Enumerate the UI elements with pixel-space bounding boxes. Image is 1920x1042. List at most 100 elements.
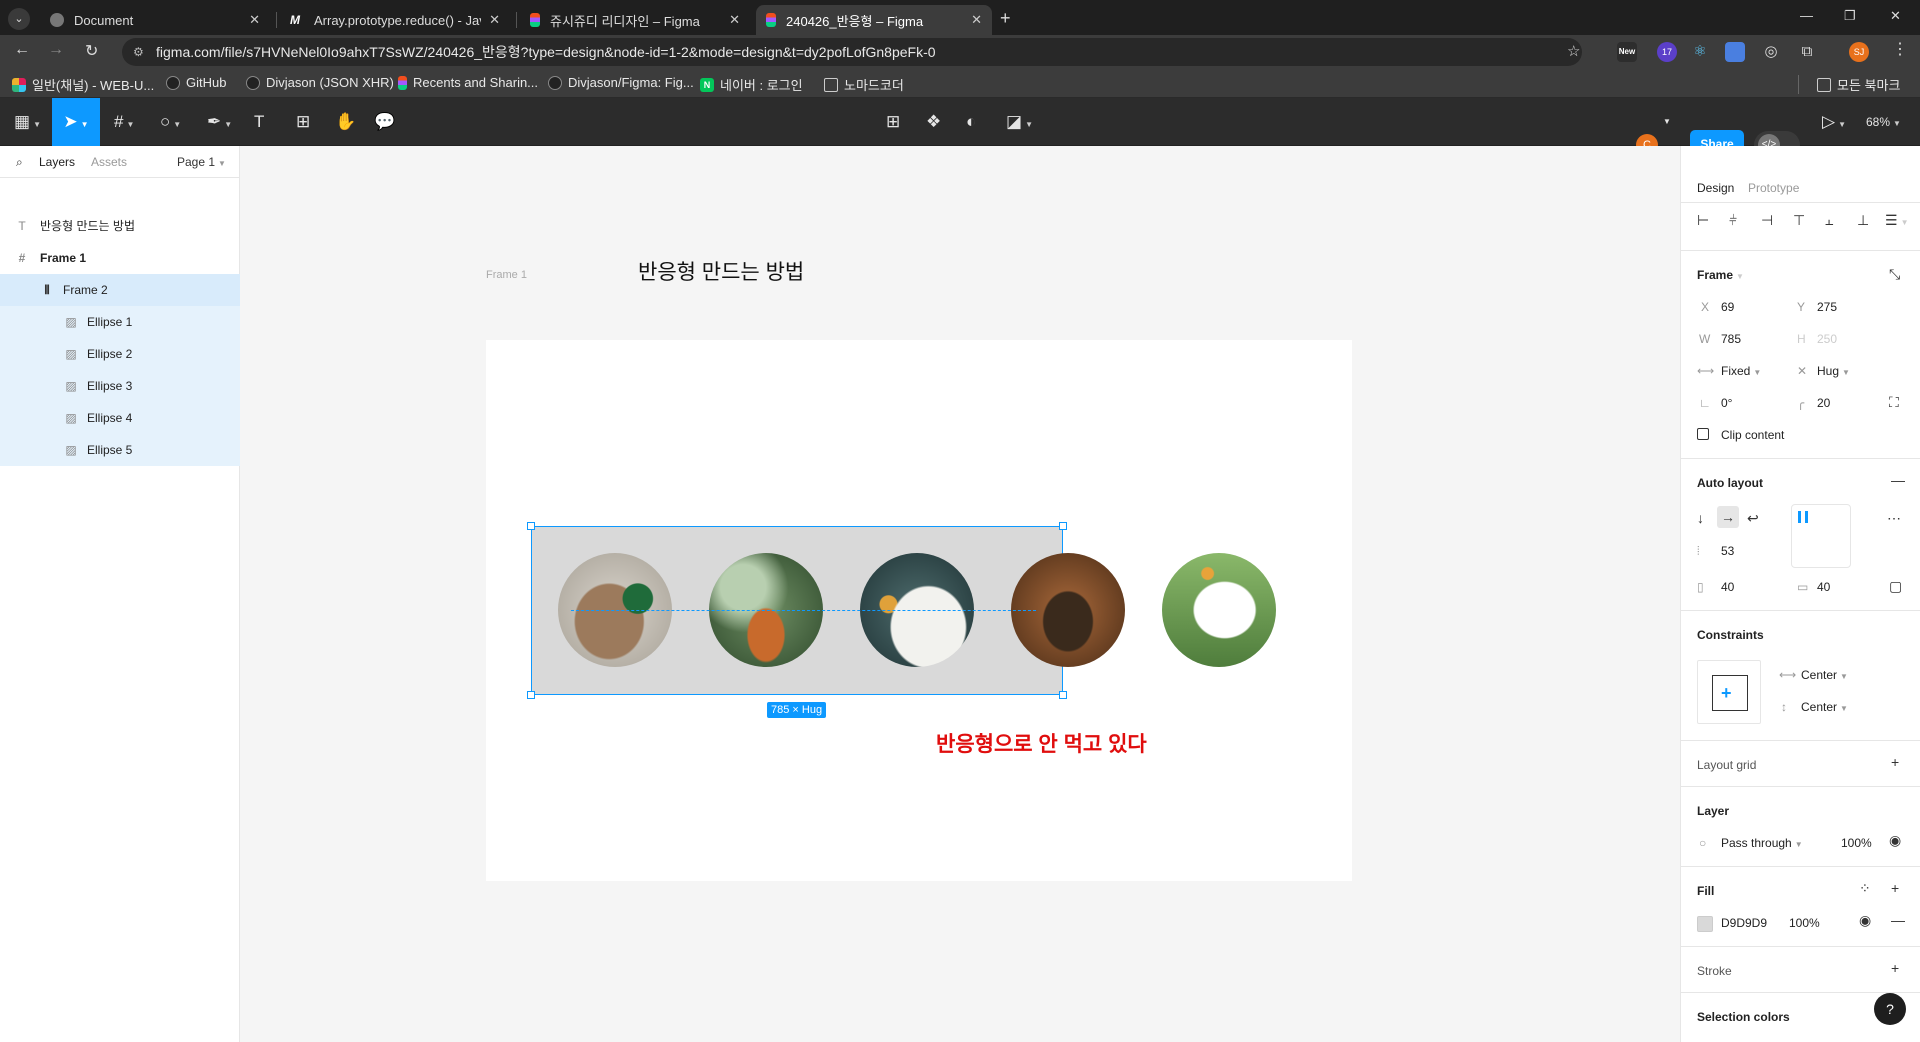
bookmark-naver[interactable]: N 네이버 : 로그인 [700, 75, 803, 94]
new-tab-icon[interactable]: + [1000, 8, 1011, 29]
tab-jucy-judy-figma[interactable]: 쥬시쥬디 리디자인 – Figma ✕ [520, 5, 750, 35]
layer-row[interactable]: ▨ Ellipse 4 [0, 402, 240, 434]
main-menu-icon[interactable]: ▦ ▼ [14, 110, 41, 134]
browser-menu-icon[interactable]: ⋮ [1892, 39, 1908, 59]
independent-corners-icon[interactable]: ⛶ [1889, 394, 1899, 411]
layer-row[interactable]: ▨ Ellipse 5 [0, 434, 240, 466]
alignment-grid[interactable] [1791, 504, 1851, 568]
align-bottom-icon[interactable]: ⊥ [1857, 212, 1869, 229]
comment-icon[interactable]: 💬 [374, 110, 395, 134]
extension-new-icon[interactable]: New [1617, 42, 1637, 62]
horizontal-direction-icon[interactable]: → [1717, 506, 1739, 528]
width-mode-select[interactable]: Fixed ▼ [1721, 364, 1761, 378]
x-input[interactable]: 69 [1721, 300, 1734, 314]
add-fill-icon[interactable]: + [1891, 880, 1899, 896]
extensions-puzzle-icon[interactable]: ⧉ [1797, 42, 1817, 62]
eye-icon[interactable]: ◉ [1889, 832, 1901, 849]
resources-icon[interactable]: ⊞ [296, 110, 310, 134]
tab-prototype[interactable]: Prototype [1748, 181, 1799, 195]
vertical-constraint-select[interactable]: Center ▼ [1801, 700, 1848, 714]
align-middle-icon[interactable]: ⫠ [1825, 212, 1833, 229]
react-devtools-icon[interactable]: ⚛ [1690, 42, 1710, 62]
back-icon[interactable]: ← [14, 41, 30, 59]
layer-row[interactable]: # Frame 1 [0, 242, 240, 274]
site-info-icon[interactable]: ⚙ [133, 45, 144, 59]
extension-doc-icon[interactable] [1725, 42, 1745, 62]
remove-auto-layout-icon[interactable]: — [1891, 472, 1905, 488]
fill-opacity-input[interactable]: 100% [1789, 916, 1820, 930]
styles-icon[interactable]: ⁘ [1859, 880, 1871, 897]
resize-handle-br[interactable] [1059, 691, 1067, 699]
close-icon[interactable]: ✕ [971, 12, 982, 28]
minimize-icon[interactable]: — [1800, 8, 1813, 23]
frame-tool-icon[interactable]: # ▼ [114, 110, 134, 134]
height-mode-select[interactable]: Hug ▼ [1817, 364, 1850, 378]
align-left-icon[interactable]: ⊢ [1697, 212, 1709, 229]
remove-fill-icon[interactable]: — [1891, 912, 1905, 928]
vertical-direction-icon[interactable]: ↓ [1697, 510, 1704, 526]
bookmark-divjason-json[interactable]: Divjason (JSON XHR) [246, 75, 394, 90]
close-icon[interactable]: ✕ [729, 12, 740, 28]
forward-icon[interactable]: → [48, 41, 64, 59]
corner-radius-input[interactable]: 20 [1817, 396, 1830, 410]
add-layout-grid-icon[interactable]: + [1891, 754, 1899, 770]
tab-array-reduce[interactable]: M Array.prototype.reduce() - Java ✕ [280, 5, 510, 35]
distribute-icon[interactable]: ☰ ▼ [1885, 212, 1908, 229]
present-icon[interactable]: ▷ ▼ [1822, 110, 1846, 134]
layer-row[interactable]: ▨ Ellipse 2 [0, 338, 240, 370]
layer-row[interactable]: ▨ Ellipse 1 [0, 306, 240, 338]
tab-search-icon[interactable]: ⌄ [8, 8, 30, 30]
fill-swatch[interactable] [1697, 916, 1713, 932]
bookmark-nomad[interactable]: 노마드코더 [824, 75, 904, 94]
padding-h-input[interactable]: 40 [1721, 580, 1734, 594]
restore-icon[interactable]: ❐ [1844, 8, 1856, 24]
zoom-menu[interactable]: 68% ▼ [1866, 110, 1901, 134]
extension-target-icon[interactable]: ◎ [1761, 42, 1781, 62]
frame-label[interactable]: Frame 1 [486, 269, 527, 281]
resize-handle-tr[interactable] [1059, 522, 1067, 530]
tab-240426-figma[interactable]: 240426_반응형 – Figma ✕ [756, 5, 992, 35]
padding-v-input[interactable]: 40 [1817, 580, 1830, 594]
wrap-icon[interactable]: ↩ [1747, 510, 1759, 527]
move-tool-icon[interactable]: ➤ ▼ [52, 98, 100, 146]
align-right-icon[interactable]: ⊣ [1761, 212, 1773, 229]
gap-input[interactable]: 53 [1721, 544, 1734, 558]
fill-hex-input[interactable]: D9D9D9 [1721, 916, 1767, 930]
resize-to-fit-icon[interactable]: ⤡ [1889, 266, 1900, 283]
page-selector[interactable]: Page 1 ▼ [177, 155, 226, 169]
bookmark-slack[interactable]: 일반(채널) - WEB-U... [12, 75, 154, 94]
tab-document[interactable]: Document ✕ [40, 5, 270, 35]
bookmark-figma-recents[interactable]: Recents and Sharin... [398, 75, 538, 90]
y-input[interactable]: 275 [1817, 300, 1837, 314]
align-center-h-icon[interactable]: ⫩ [1729, 212, 1737, 229]
pen-tool-icon[interactable]: ✒ ▼ [207, 110, 232, 134]
boolean-icon[interactable]: ◪ ▼ [1006, 110, 1033, 134]
mask-icon[interactable]: ◐ [966, 110, 976, 134]
layer-row[interactable]: ⦀ Frame 2 [0, 274, 240, 306]
resize-handle-tl[interactable] [527, 522, 535, 530]
extension-badge-icon[interactable]: 17 [1657, 42, 1677, 62]
layer-opacity-input[interactable]: 100% [1841, 836, 1872, 850]
help-button[interactable]: ? [1874, 993, 1906, 1025]
component-icon[interactable]: ❖ [926, 110, 941, 134]
layer-row[interactable]: T 반응형 만드는 방법 [0, 210, 240, 242]
bookmark-star-icon[interactable]: ☆ [1567, 42, 1580, 60]
more-options-icon[interactable]: ⋯ [1887, 510, 1901, 527]
fill-eye-icon[interactable]: ◉ [1859, 912, 1871, 929]
tab-assets[interactable]: Assets [91, 155, 127, 169]
layer-row[interactable]: ▨ Ellipse 3 [0, 370, 240, 402]
rotation-input[interactable]: 0° [1721, 396, 1732, 410]
grid-icon[interactable]: ⊞ [886, 110, 900, 134]
tab-layers[interactable]: Layers [39, 155, 75, 169]
bookmark-divjason-figma[interactable]: Divjason/Figma: Fig... [548, 75, 694, 90]
close-icon[interactable]: ✕ [249, 12, 260, 28]
h-input[interactable]: 250 [1817, 332, 1837, 346]
canvas-note[interactable]: 반응형으로 안 먹고 있다 [936, 728, 1147, 758]
search-icon[interactable]: ⌕ [16, 155, 23, 170]
add-stroke-icon[interactable]: + [1891, 960, 1899, 976]
frame-section-title[interactable]: Frame ▼ [1697, 268, 1744, 282]
design-canvas[interactable]: 반응형 만드는 방법 Frame 1 785 × Hug 반응형으로 안 먹고 … [240, 146, 1680, 1042]
tab-design[interactable]: Design [1697, 181, 1734, 195]
align-top-icon[interactable]: ⊤ [1793, 212, 1805, 229]
ellipse-5-image[interactable] [1162, 553, 1276, 667]
